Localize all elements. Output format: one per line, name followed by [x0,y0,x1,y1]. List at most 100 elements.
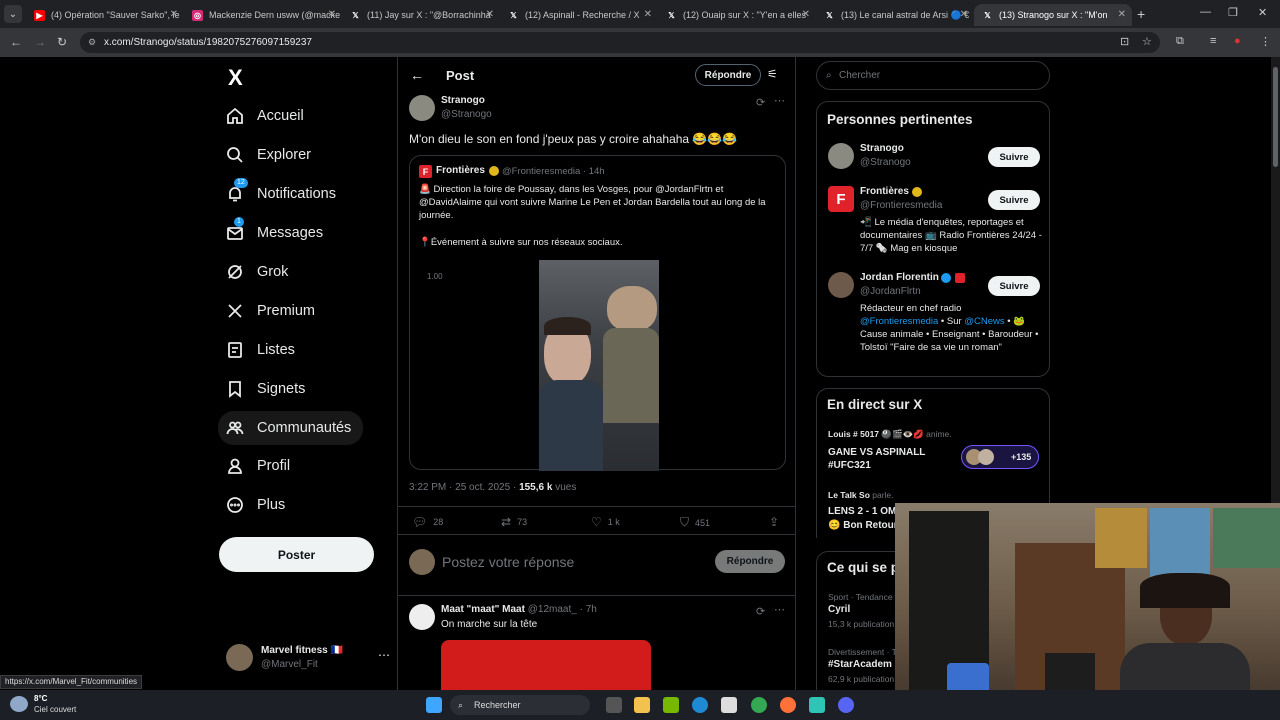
frontieres-logo-icon[interactable]: F [828,186,854,212]
tab-close-icon[interactable]: ✕ [1118,9,1126,20]
nav-messages[interactable]: 1 Messages [218,217,335,248]
install-app-icon[interactable]: ⊡ [1120,35,1129,48]
avatar[interactable] [828,272,854,298]
menu-icon[interactable]: ⋮ [1260,35,1271,48]
app-icon[interactable] [809,697,825,713]
account-switcher[interactable]: Marvel fitness 🇫🇷 @Marvel_Fit ⋯ [226,642,396,682]
reply-author[interactable]: Maat "maat" Maat [441,604,525,615]
bookmark-action[interactable]: ⛉ 451 [680,515,710,530]
bookmark-star-icon[interactable]: ☆ [1142,35,1152,48]
tab-close-icon[interactable]: ✕ [328,9,336,20]
poster-button[interactable]: Poster [219,537,374,572]
back-arrow-icon[interactable]: ← [10,35,22,49]
nav-communautes[interactable]: Communautés [218,411,364,445]
live-host[interactable]: Le Talk So [828,490,870,500]
tab-close-icon[interactable]: ✕ [644,9,652,20]
reply-action[interactable]: 💬︎ 28 [412,515,443,529]
post-author[interactable]: Stranogo [441,95,485,106]
tab-close-icon[interactable]: ✕ [170,9,178,20]
share-action[interactable]: ⇪ [769,515,785,529]
extensions-icon[interactable]: ⧉ [1176,35,1184,48]
follow-button[interactable]: Suivre [988,147,1040,167]
grok-icon[interactable]: ⟳ [756,96,765,109]
tab-3[interactable]: 𝕏 (12) Aspinall - Recherche / X ✕ [500,4,658,26]
follow-button[interactable]: Suivre [988,276,1040,296]
video-player[interactable] [539,260,659,471]
store-icon[interactable] [721,697,737,713]
nav-explorer[interactable]: Explorer [218,140,323,170]
reply-handle[interactable]: @12maat_ · 7h [528,604,597,615]
firefox-icon[interactable] [780,697,796,713]
tab-5[interactable]: 𝕏 (13) Le canal astral de Arsi 🔵 € ✕ [816,4,974,26]
repost-action[interactable]: ⇄ 73 [501,515,527,529]
edge-icon[interactable] [692,697,708,713]
bio-mention-link[interactable]: @Frontieresmedia [860,316,938,327]
person-name[interactable]: Stranogo [860,143,904,154]
tab-search-button[interactable]: ⌄ [4,5,22,23]
trend-name[interactable]: #StarAcadem [828,659,892,670]
chrome-icon[interactable] [751,697,767,713]
site-info-icon[interactable]: ⚙ [88,32,96,53]
nvidia-icon[interactable] [663,697,679,713]
nav-grok[interactable]: Grok [218,257,300,287]
task-view-icon[interactable] [606,697,622,713]
x-logo[interactable]: X [228,65,243,91]
live-listeners-pill[interactable]: +135 [961,445,1039,469]
profile-icon[interactable]: ● [1234,35,1241,47]
sliders-icon[interactable]: ⚟ [767,67,778,81]
back-arrow-icon[interactable]: ← [410,67,424,83]
forward-arrow-icon[interactable]: → [34,35,46,49]
follow-button[interactable]: Suivre [988,190,1040,210]
live-space-subtitle[interactable]: 😊 Bon Retour [828,520,898,531]
discord-icon[interactable] [838,697,854,713]
avatar[interactable] [409,95,435,121]
grok-icon[interactable]: ⟳ [756,605,765,618]
avatar[interactable] [409,604,435,630]
post-handle[interactable]: @Stranogo [441,109,492,120]
tab-close-icon[interactable]: ✕ [486,9,494,20]
nav-premium[interactable]: Premium [218,296,327,326]
taskbar-search[interactable]: ⌕ Rechercher [450,695,590,715]
file-explorer-icon[interactable] [634,697,650,713]
maximize-icon[interactable]: ❐ [1228,6,1238,19]
tab-close-icon[interactable]: ✕ [802,9,810,20]
new-tab-icon[interactable]: + [1137,6,1145,22]
tab-0[interactable]: ▶ (4) Opération "Sauver Sarko", le ✕ [26,4,184,26]
nav-notifications[interactable]: 12 Notifications [218,178,348,209]
person-name[interactable]: Frontières [860,186,909,197]
reply-submit-button[interactable]: Répondre [715,550,785,573]
tab-close-icon[interactable]: ✕ [960,9,968,20]
tab-1[interactable]: ◎ Mackenzie Dern usww (@macke ✕ [184,4,342,26]
bio-mention-link[interactable]: @CNews [964,316,1004,327]
windows-start-icon[interactable] [426,697,442,713]
scrollbar-thumb[interactable] [1273,67,1278,167]
more-icon[interactable]: ⋯ [774,603,785,616]
address-bar[interactable]: ⚙ x.com/Stranogo/status/1982075276097159… [80,32,1160,53]
tab-6-active[interactable]: 𝕏 (13) Stranogo sur X : "M'on ✕ [974,4,1132,26]
more-icon[interactable]: ⋯ [774,94,785,107]
nav-profil[interactable]: Profil [218,451,302,481]
reading-list-icon[interactable]: ≡ [1210,35,1216,47]
search-input[interactable]: ⌕ Chercher [816,61,1050,90]
live-space-title[interactable]: LENS 2 - 1 OM [828,506,896,517]
nav-plus[interactable]: Plus [218,490,297,520]
reload-icon[interactable]: ↻ [57,35,67,49]
live-space-title[interactable]: GANE VS ASPINALL #UFC321 [828,446,953,472]
weather-temp[interactable]: 8°C [34,694,47,703]
tab-2[interactable]: 𝕏 (11) Jay sur X : "@Borrachinha ✕ [342,4,500,26]
nav-listes[interactable]: Listes [218,335,307,365]
post-time[interactable]: 3:22 PM · 25 oct. 2025 · [409,482,519,493]
quoted-post[interactable]: F Frontières @Frontieresmedia · 14h 🚨 Di… [409,155,786,471]
reply-header-button[interactable]: Répondre [695,64,761,86]
person-name[interactable]: Jordan Florentin [860,272,939,283]
minimize-icon[interactable]: — [1200,6,1211,18]
close-window-icon[interactable]: ✕ [1258,6,1267,19]
tab-4[interactable]: 𝕏 (12) Ouaip sur X : "Y'en a elles ✕ [658,4,816,26]
avatar[interactable] [828,143,854,169]
trend-name[interactable]: Cyril [828,604,850,615]
weather-icon[interactable] [10,696,28,712]
live-host[interactable]: Louis # 5017 🎱🎬👁️💋 [828,429,924,439]
reply-input[interactable]: Postez votre réponse [442,554,574,570]
like-action[interactable]: ♡ 1 k [591,515,620,529]
weather-desc[interactable]: Ciel couvert [34,705,76,714]
